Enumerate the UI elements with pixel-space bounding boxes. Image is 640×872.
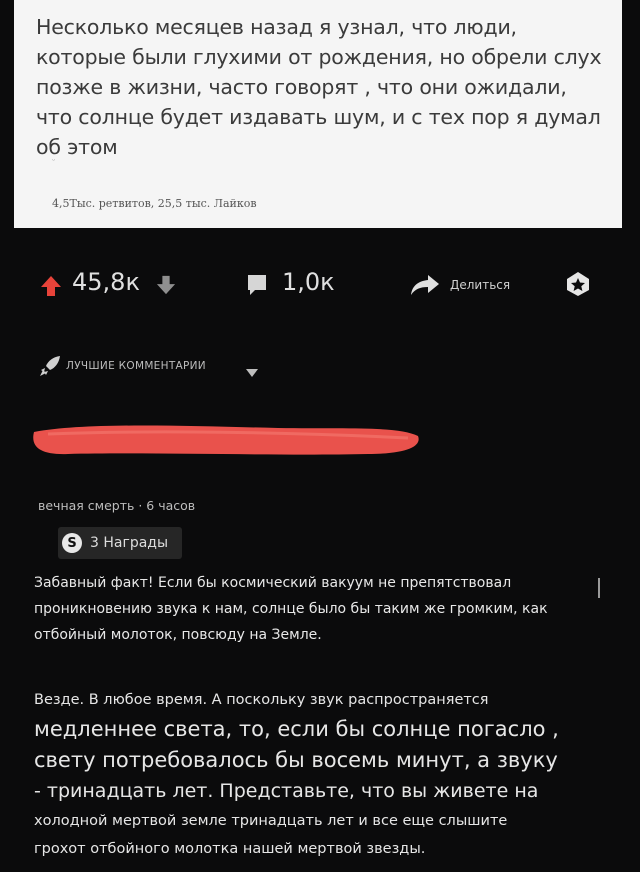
downvote-arrow-icon[interactable] xyxy=(156,275,176,299)
comment-line: - тринадцать лет. Представьте, что вы жи… xyxy=(34,780,539,802)
comment-line: холодной мертвой земле тринадцать лет и … xyxy=(34,813,508,829)
comment-paragraph-2: Везде. В любое время. А поскольку звук р… xyxy=(34,686,624,863)
comment-line: медленнее света, то, если бы солнце пога… xyxy=(34,717,559,741)
comment-paragraph-1: Забавный факт! Если бы космический вакуу… xyxy=(34,575,548,643)
comment-line: Везде. В любое время. А поскольку звук р… xyxy=(34,692,489,708)
redacted-username xyxy=(28,418,424,464)
comment-line: свету потребовалось бы восемь минут, а з… xyxy=(34,748,558,772)
post-action-bar: 45,8к 1,0к Делиться xyxy=(0,258,640,314)
comment-line: грохот отбойного молотка нашей мертвой з… xyxy=(34,841,426,857)
awards-badge[interactable]: S 3 Награды xyxy=(58,527,183,559)
comments-count: 1,0к xyxy=(282,268,335,296)
comments-icon[interactable] xyxy=(246,273,268,301)
comment-meta: вечная смерть · 6 часов xyxy=(38,498,196,513)
scrollbar[interactable] xyxy=(598,578,600,598)
tweet-screenshot: Несколько месяцев назад я узнал, что люд… xyxy=(14,0,622,228)
awards-label: 3 Награды xyxy=(90,535,169,551)
vote-score: 45,8к xyxy=(72,268,140,296)
share-icon[interactable] xyxy=(410,273,440,301)
comment-body: Забавный факт! Если бы космический вакуу… xyxy=(34,570,614,648)
award-coin-icon: S xyxy=(62,533,82,553)
upvote-arrow-icon[interactable] xyxy=(40,275,62,301)
tweet-stats: 4,5Тыс. ретвитов, 25,5 тыс. Лайков xyxy=(52,197,257,210)
chevron-down-icon xyxy=(246,362,258,381)
tweet-mark: ᵕ xyxy=(52,156,56,165)
sort-label: ЛУЧШИЕ КОММЕНТАРИИ xyxy=(66,360,206,372)
share-button[interactable]: Делиться xyxy=(450,278,510,292)
tweet-text: Несколько месяцев назад я узнал, что люд… xyxy=(36,15,602,159)
rocket-icon xyxy=(38,354,62,382)
award-icon[interactable] xyxy=(565,271,591,301)
